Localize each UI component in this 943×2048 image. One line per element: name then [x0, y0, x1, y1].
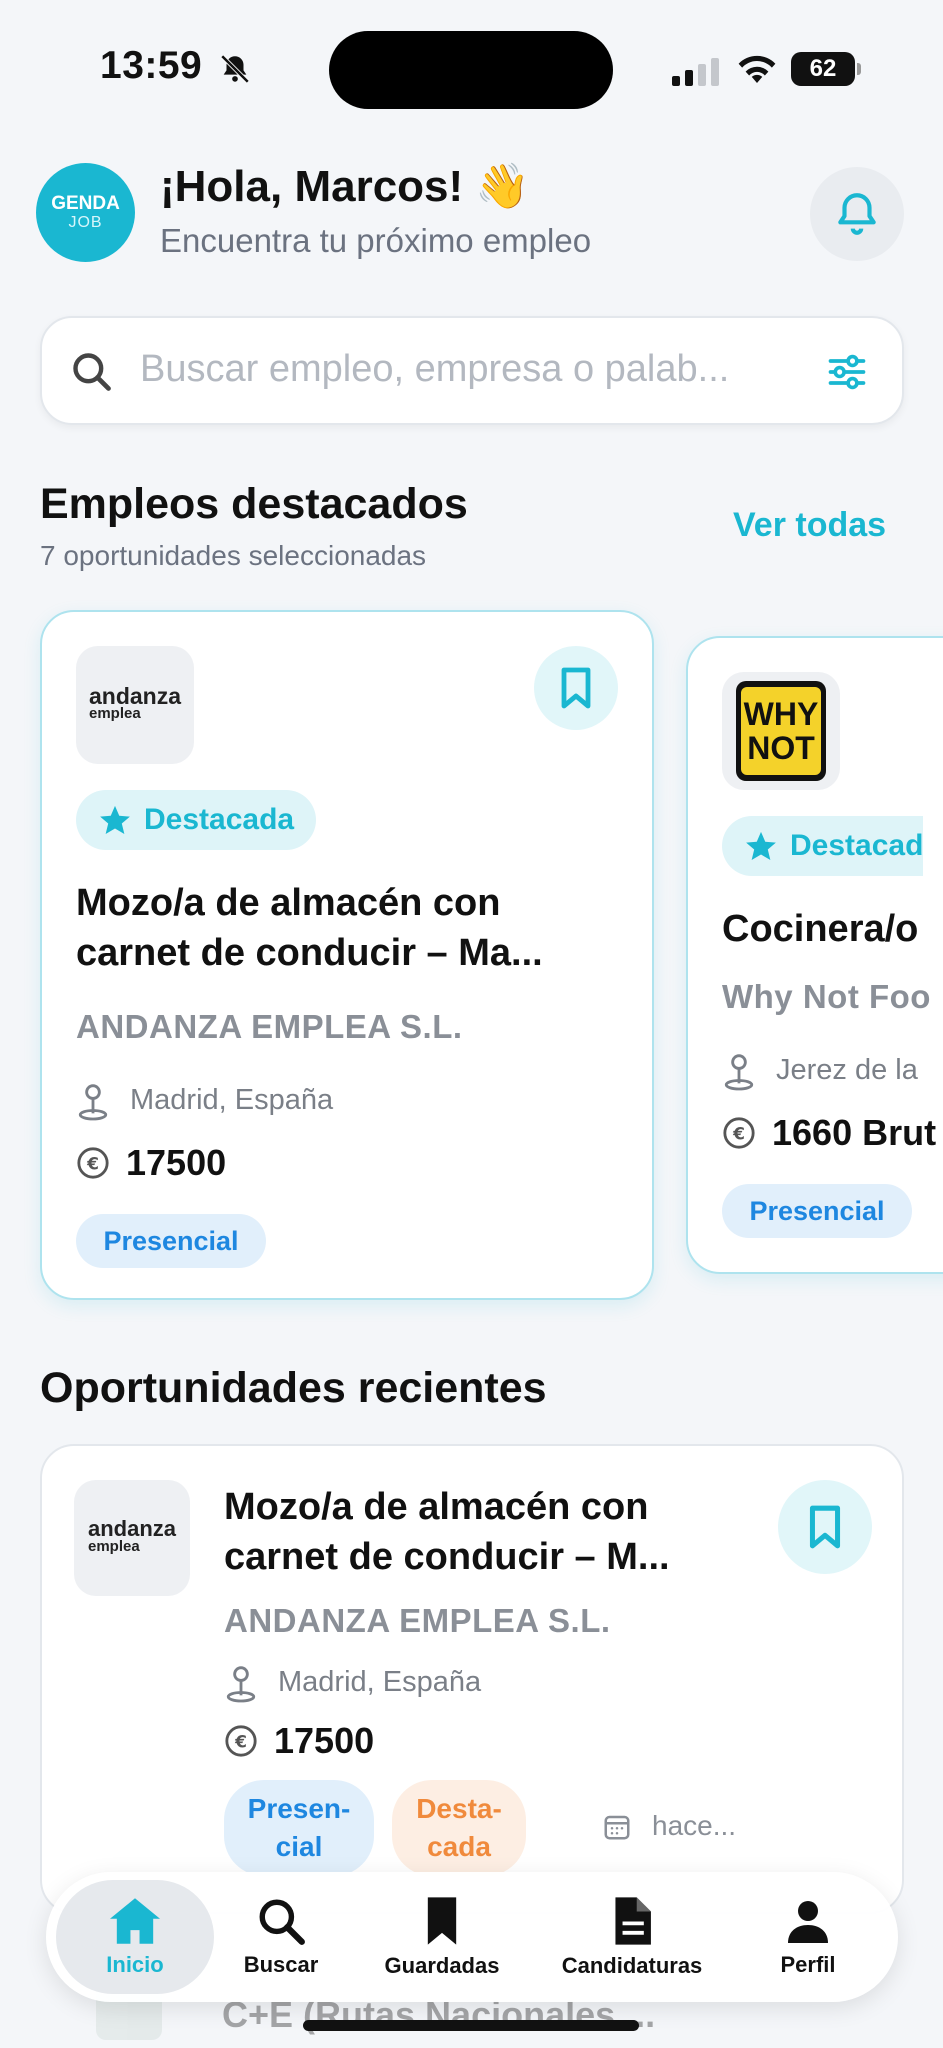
- euro-icon: €: [723, 1117, 755, 1149]
- home-indicator: [303, 2020, 639, 2031]
- modality-tag: Presencial: [76, 1214, 266, 1268]
- dynamic-island: [329, 31, 613, 109]
- tab-label: Guardadas: [384, 1953, 500, 1978]
- job-title: Mozo/a de almacén con carnet de conducir…: [76, 878, 636, 978]
- recent-job-card[interactable]: andanza emplea Mozo/a de almacén con car…: [40, 1444, 904, 1914]
- modality-tag: Presencial: [722, 1184, 912, 1238]
- tab-label: Perfil: [780, 1952, 836, 1977]
- search-icon: [259, 1899, 305, 1945]
- tab-label: Inicio: [106, 1952, 164, 1977]
- search-input[interactable]: Buscar empleo, empresa o palab...: [140, 348, 800, 391]
- wifi-icon: [738, 55, 776, 83]
- featured-job-card[interactable]: WHY NOT Destacad Cocinera/o Why Not Foo …: [686, 636, 943, 1274]
- signal-icon: [672, 58, 719, 86]
- home-icon: [110, 1898, 160, 1944]
- posted-date: hace...: [652, 1810, 737, 1841]
- euro-icon: €: [225, 1725, 257, 1757]
- job-title: Mozo/a de almacén con carnet de conducir…: [224, 1482, 764, 1582]
- location-pin-icon: [78, 1084, 108, 1121]
- tag-line: cada: [427, 1831, 491, 1862]
- star-icon: [100, 805, 130, 835]
- company-name: Why Not Foo: [722, 978, 931, 1015]
- company-logo-text: andanza: [87, 1516, 177, 1541]
- company-name: ANDANZA EMPLEA S.L.: [76, 1008, 463, 1045]
- bookmark-icon: [809, 1505, 841, 1549]
- tab-home[interactable]: Inicio: [56, 1880, 214, 1994]
- bookmark-button[interactable]: [778, 1480, 872, 1574]
- tab-saved[interactable]: Guardadas: [372, 1880, 512, 1994]
- company-logo-text: andanza: [88, 683, 182, 709]
- company-logo-subtext: NOT: [747, 730, 815, 766]
- person-icon: [788, 1901, 828, 1943]
- job-location: Madrid, España: [130, 1084, 334, 1116]
- bookmark-icon: [427, 1897, 457, 1945]
- tab-profile[interactable]: Perfil: [750, 1880, 866, 1994]
- bookmark-button[interactable]: [534, 646, 618, 730]
- recent-section-title: Oportunidades recientes: [40, 1364, 547, 1412]
- bell-muted-icon: [220, 54, 250, 84]
- company-logo: andanza emplea: [76, 646, 194, 764]
- battery-indicator: 62: [791, 52, 861, 86]
- logo-text-bottom: JOB: [68, 213, 103, 231]
- job-title: Cocinera/o: [722, 908, 919, 950]
- tab-search[interactable]: Buscar: [226, 1880, 336, 1994]
- featured-tag: Desta- cada: [392, 1780, 526, 1876]
- see-all-link[interactable]: Ver todas: [733, 506, 886, 545]
- company-name: ANDANZA EMPLEA S.L.: [224, 1602, 611, 1639]
- tab-label: Candidaturas: [561, 1953, 703, 1978]
- job-title-line: carnet de conducir – M...: [224, 1536, 670, 1578]
- location-pin-icon: [226, 1666, 256, 1703]
- featured-job-card[interactable]: andanza emplea Destacada Mozo/a de almac…: [40, 610, 654, 1300]
- status-time: 13:59: [100, 44, 203, 87]
- featured-section-title: Empleos destacados: [40, 480, 468, 528]
- svg-text:€: €: [86, 1154, 99, 1174]
- job-salary: 1660 Brut: [772, 1112, 937, 1153]
- calendar-icon: [604, 1815, 630, 1840]
- job-salary: 17500: [126, 1142, 227, 1183]
- tab-applications[interactable]: Candidaturas: [552, 1880, 712, 1994]
- location-pin-icon: [724, 1054, 754, 1091]
- filter-icon[interactable]: [824, 350, 870, 394]
- notifications-button[interactable]: [810, 167, 904, 261]
- svg-text:€: €: [732, 1124, 745, 1144]
- job-title-line: carnet de conducir – Ma...: [76, 932, 543, 974]
- job-location: Jerez de la: [776, 1054, 918, 1086]
- company-logo: WHY NOT: [722, 672, 840, 790]
- featured-section-subtitle: 7 oportunidades seleccionadas: [40, 540, 427, 571]
- tab-label: Buscar: [243, 1952, 319, 1977]
- search-icon: [73, 353, 111, 391]
- document-icon: [615, 1897, 651, 1945]
- greeting-subtitle: Encuentra tu próximo empleo: [160, 222, 592, 259]
- euro-icon: €: [77, 1147, 109, 1179]
- svg-text:€: €: [234, 1732, 247, 1752]
- tag-line: Desta-: [416, 1793, 502, 1824]
- bell-icon: [838, 193, 876, 235]
- company-logo-text: WHY: [743, 696, 819, 732]
- app-logo: GENDA JOB: [36, 163, 135, 262]
- company-logo: andanza emplea: [74, 1480, 190, 1596]
- tag-line: Presen-: [247, 1793, 351, 1824]
- star-icon: [746, 831, 776, 861]
- greeting-title: ¡Hola, Marcos! 👋: [160, 162, 531, 211]
- modality-tag: Presen- cial: [224, 1780, 374, 1876]
- tag-line: cial: [275, 1831, 323, 1862]
- job-salary: 17500: [274, 1720, 375, 1761]
- featured-badge-label: Destacada: [144, 803, 295, 836]
- logo-text-top: GENDA: [51, 192, 120, 214]
- featured-badge-label: Destacad: [790, 829, 924, 862]
- job-title-line: Mozo/a de almacén con: [224, 1486, 649, 1528]
- job-location: Madrid, España: [278, 1666, 482, 1698]
- featured-badge: Destacad: [722, 816, 924, 876]
- bookmark-icon: [561, 667, 591, 709]
- job-title-line: Mozo/a de almacén con: [76, 882, 501, 924]
- featured-badge: Destacada: [76, 790, 317, 850]
